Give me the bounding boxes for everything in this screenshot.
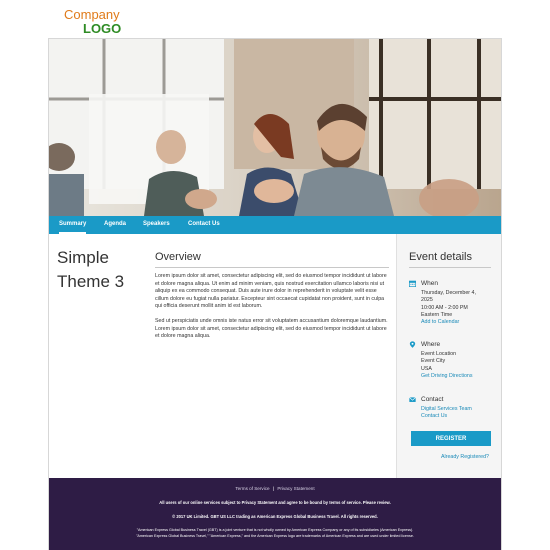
overview-heading: Overview <box>155 251 389 268</box>
footer-disclaimer-1: "American Express Global Business Travel… <box>136 528 414 532</box>
logo-company-text: Company <box>64 7 120 22</box>
sidebar-contact-us-link[interactable]: Contact Us <box>409 413 493 420</box>
footer-terms-notice: All users of our online services subject… <box>159 500 391 505</box>
page-frame: Summary Agenda Speakers Contact Us Simpl… <box>48 38 502 550</box>
event-timezone: Eastern Time <box>421 311 453 318</box>
calendar-icon <box>409 280 416 287</box>
contact-label: Contact <box>421 396 444 403</box>
map-pin-icon <box>409 341 416 348</box>
already-registered-link[interactable]: Already Registered? <box>441 454 489 460</box>
when-block: When Thursday, December 4, 2025 10:00 AM… <box>409 280 493 326</box>
event-time: 10:00 AM - 2:00 PM <box>421 304 468 311</box>
tab-contact-us[interactable]: Contact Us <box>188 216 220 234</box>
contact-block: Contact Digital Services Team Contact Us <box>409 396 493 421</box>
event-details-heading: Event details <box>409 251 491 268</box>
event-city: Event City <box>421 358 446 365</box>
page-title-line1: Simple <box>57 248 109 267</box>
overview-paragraph-2: Sed ut perspiciatis unde omnis iste natu… <box>155 317 388 340</box>
contact-label-row: Contact <box>409 396 493 403</box>
footer-links: Terms of Service | Privacy Statement <box>49 486 501 491</box>
terms-of-service-link[interactable]: Terms of Service <box>235 486 269 491</box>
page-title-line2: Theme 3 <box>57 272 125 291</box>
tab-speakers[interactable]: Speakers <box>143 216 170 234</box>
where-label-row: Where <box>409 341 493 348</box>
when-label-row: When <box>409 280 493 287</box>
overview-section: Overview Lorem ipsum dolor sit amet, con… <box>155 251 389 341</box>
main-nav: Summary Agenda Speakers Contact Us <box>49 216 501 234</box>
add-to-calendar-link[interactable]: Add to Calendar <box>409 319 493 326</box>
logo-logo-text: LOGO <box>83 21 122 36</box>
privacy-statement-link[interactable]: Privacy Statement <box>277 486 314 491</box>
tab-agenda[interactable]: Agenda <box>104 216 126 234</box>
footer-link-separator: | <box>272 486 275 491</box>
main-content: Simple Theme 3 Overview Lorem ipsum dolo… <box>49 234 501 478</box>
tab-summary[interactable]: Summary <box>59 216 87 234</box>
event-date-line1: Thursday, December 4, <box>421 290 476 296</box>
footer-copyright: © 2017 UK Limited. GBT US LLC trading as… <box>172 514 378 519</box>
overview-paragraph-1: Lorem ipsum dolor sit amet, consectetur … <box>155 273 387 310</box>
where-label: Where <box>421 341 441 348</box>
event-country: USA <box>421 365 432 372</box>
when-label: When <box>421 280 438 287</box>
hero-photo <box>49 39 501 216</box>
page-title: Simple Theme 3 <box>57 246 147 294</box>
hero-image <box>49 39 501 216</box>
driving-directions-link[interactable]: Get Driving Directions <box>409 373 493 380</box>
where-block: Where Event Location Event City USA Get … <box>409 341 493 380</box>
footer-disclaimer-2: "American Express Global Business Travel… <box>136 534 414 538</box>
footer: Terms of Service | Privacy Statement All… <box>49 478 501 550</box>
event-date-line2: 2025 <box>421 297 433 304</box>
envelope-icon <box>409 397 416 402</box>
digital-services-team-link[interactable]: Digital Services Team <box>409 406 493 413</box>
event-location: Event Location <box>421 351 457 357</box>
event-details-sidebar: Event details When Thursday, December 4,… <box>396 234 501 478</box>
register-button[interactable]: REGISTER <box>411 431 491 446</box>
company-logo: Company LOGO <box>64 8 121 35</box>
